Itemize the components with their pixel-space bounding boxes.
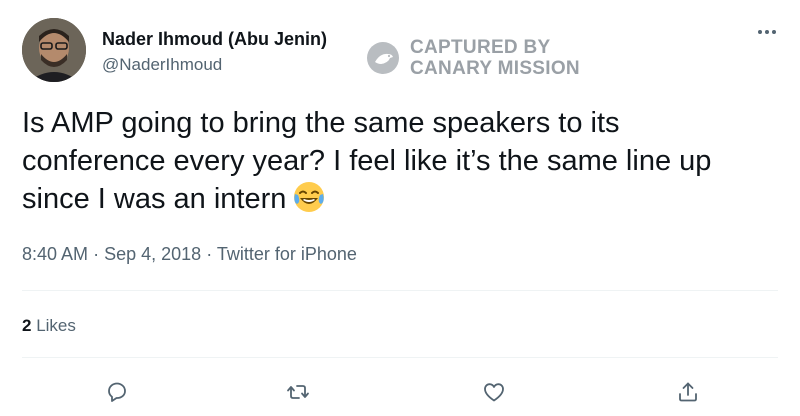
divider-top (22, 290, 778, 291)
divider-bottom (22, 357, 778, 358)
meta-separator: · (93, 244, 100, 264)
reply-icon (108, 382, 126, 402)
canary-bird-icon (367, 42, 399, 74)
share-icon (679, 382, 697, 402)
tweet-text-line-1: Is AMP going to bring the same speakers … (22, 107, 620, 139)
canary-mission-watermark: CAPTURED BY CANARY MISSION (366, 37, 580, 79)
retweet-icon (287, 385, 309, 399)
like-icon (484, 383, 504, 402)
like-button[interactable] (478, 376, 510, 408)
avatar-photo (22, 18, 86, 82)
more-options-button[interactable] (754, 24, 780, 40)
reply-button[interactable] (101, 376, 133, 408)
author-handle[interactable]: @NaderIhmoud (102, 55, 222, 75)
likes-count: 2 (22, 316, 32, 335)
tweet-text-line-3: since I was an intern (22, 183, 287, 215)
likes-link[interactable]: 2 Likes (22, 316, 76, 336)
watermark-text: CAPTURED BY CANARY MISSION (410, 37, 580, 79)
watermark-line-2: CANARY MISSION (410, 58, 580, 79)
tweet-meta: 8:40 AM · Sep 4, 2018 · Twitter for iPho… (22, 244, 357, 265)
tweet-date[interactable]: Sep 4, 2018 (104, 244, 201, 264)
avatar[interactable] (22, 18, 86, 82)
share-button[interactable] (672, 376, 704, 408)
more-icon (758, 30, 776, 34)
tweet-text-line-2: conference every year? I feel like it’s … (22, 145, 712, 177)
retweet-button[interactable] (282, 376, 314, 408)
watermark-line-1: CAPTURED BY (410, 37, 551, 58)
tweet-text: Is AMP going to bring the same speakers … (22, 104, 792, 224)
tweet-time[interactable]: 8:40 AM (22, 244, 88, 264)
face-with-tears-of-joy-icon (292, 180, 326, 224)
likes-label: Likes (36, 316, 76, 335)
meta-separator: · (206, 244, 213, 264)
author-display-name[interactable]: Nader Ihmoud (Abu Jenin) (102, 29, 327, 50)
tweet-source[interactable]: Twitter for iPhone (217, 244, 357, 264)
